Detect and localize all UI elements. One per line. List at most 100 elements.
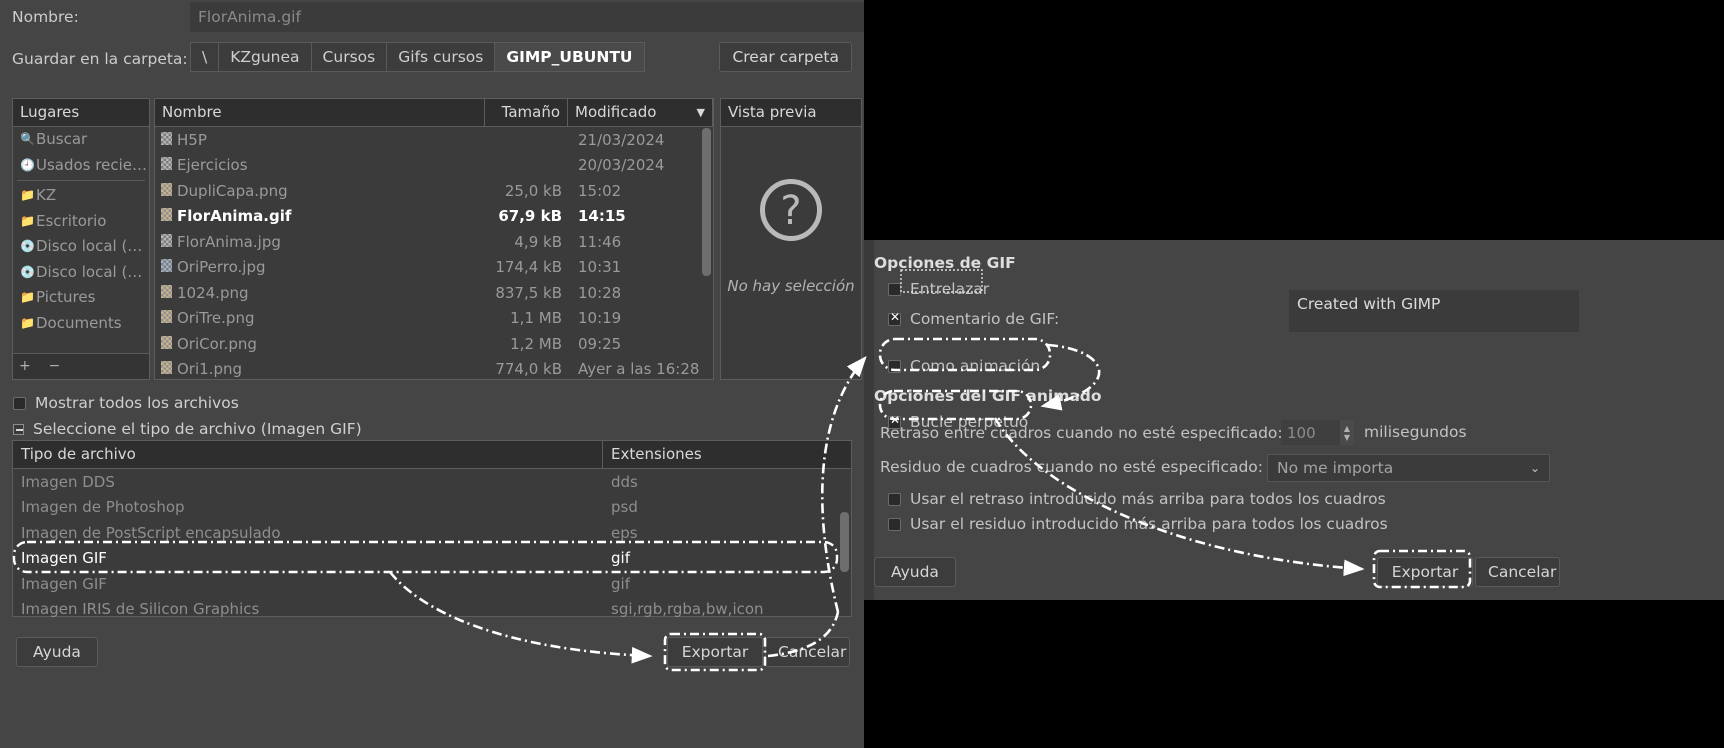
preview-body: ? No hay selección: [721, 127, 861, 380]
export-button[interactable]: Exportar: [667, 637, 763, 667]
table-row[interactable]: 1024.png 837,5 kB 10:28: [155, 280, 713, 306]
file-name: DupliCapa.png: [177, 181, 288, 200]
file-modified: Ayer a las 16:28: [578, 360, 700, 379]
place-buscar[interactable]: 🔍 Buscar: [13, 127, 149, 153]
file-size: 1,1 MB: [510, 309, 562, 328]
column-header-extensions[interactable]: Extensiones: [603, 441, 851, 468]
file-list-panel: Nombre Tamaño Modificado ▼ H5P 21/03/202…: [154, 98, 714, 380]
place-disco-local-2[interactable]: 💿 Disco local (…: [13, 260, 149, 286]
table-row[interactable]: FlorAnima.jpg 4,9 kB 11:46: [155, 229, 713, 255]
scrollbar-thumb[interactable]: [702, 128, 711, 276]
column-header-type[interactable]: Tipo de archivo: [13, 441, 603, 468]
file-type-row[interactable]: Imagen de PostScript encapsulado eps: [13, 520, 851, 546]
place-label: KZ: [36, 186, 57, 204]
breadcrumb-cursos[interactable]: Cursos: [310, 42, 388, 72]
help-button[interactable]: Ayuda: [16, 637, 98, 667]
as-animation-checkbox[interactable]: Como animación: [888, 357, 1040, 375]
file-type-row[interactable]: Imagen IRIS de Silicon Graphics sgi,rgb,…: [13, 597, 851, 623]
expander-icon: [13, 423, 24, 435]
remove-place-button[interactable]: −: [49, 358, 61, 374]
delay-spinner[interactable]: 100 ▲ ▼: [1281, 420, 1354, 445]
breadcrumb-kzgunea[interactable]: KZgunea: [218, 42, 312, 72]
use-delay-all-frames-checkbox[interactable]: Usar el retraso introducido más arriba p…: [888, 490, 1386, 508]
checkbox-box: [888, 517, 901, 531]
create-folder-button[interactable]: Crear carpeta: [719, 42, 852, 72]
file-type-name: Imagen GIF: [21, 574, 107, 593]
scrollbar-thumb[interactable]: [840, 512, 849, 572]
file-thumbnail-icon: [155, 233, 177, 251]
delay-value: 100: [1287, 423, 1316, 442]
file-type-row[interactable]: Imagen GIF gif: [13, 571, 851, 597]
table-row[interactable]: OriPerro.jpg 174,4 kB 10:31: [155, 255, 713, 281]
place-kz[interactable]: 📁 KZ: [13, 183, 149, 209]
filename-input[interactable]: [190, 2, 864, 32]
checkbox-box: [13, 396, 26, 410]
table-row[interactable]: H5P 21/03/2024: [155, 127, 713, 153]
file-type-scrollbar[interactable]: [839, 470, 850, 615]
file-type-ext: sgi,rgb,rgba,bw,icon: [611, 600, 764, 619]
file-type-row[interactable]: Imagen de Photoshop psd: [13, 495, 851, 521]
spinner-arrows[interactable]: ▲ ▼: [1340, 420, 1354, 445]
checkbox-box: [888, 310, 901, 326]
interlace-checkbox[interactable]: Entrelazar: [888, 280, 989, 298]
cancel-button[interactable]: Cancelar: [1475, 557, 1560, 587]
chevron-down-icon[interactable]: ▼: [1344, 433, 1350, 442]
folder-icon: 📁: [20, 188, 35, 202]
column-header-size[interactable]: Tamaño: [485, 99, 568, 126]
file-type-header: Tipo de archivo Extensiones: [13, 441, 851, 469]
table-row[interactable]: DupliCapa.png 25,0 kB 15:02: [155, 178, 713, 204]
file-type-ext: gif: [611, 574, 630, 593]
folder-icon: 📁: [20, 315, 35, 330]
table-row[interactable]: Ori1.png 774,0 kB Ayer a las 16:28: [155, 357, 713, 383]
dispose-dropdown[interactable]: No me importa ⌄: [1267, 454, 1550, 482]
file-name: Ejercicios: [177, 156, 248, 175]
file-thumbnail-icon: [155, 360, 177, 378]
file-type-ext: psd: [611, 498, 638, 517]
show-all-files-checkbox[interactable]: Mostrar todos los archivos: [13, 394, 239, 412]
place-label: Usados recie…: [36, 155, 147, 174]
place-documents[interactable]: 📁 Documents: [13, 311, 149, 337]
export-image-dialog: Nombre: Guardar en la carpeta: \ KZgunea…: [0, 0, 864, 748]
filename-row: Nombre:: [0, 0, 864, 36]
file-modified: 15:02: [578, 181, 622, 200]
file-list-scrollbar[interactable]: [701, 128, 712, 378]
column-header-name[interactable]: Nombre: [155, 99, 485, 126]
file-type-name: Imagen IRIS de Silicon Graphics: [21, 600, 260, 619]
use-dispose-all-frames-checkbox[interactable]: Usar el residuo introducido más arriba p…: [888, 515, 1388, 533]
places-panel: Lugares 🔍 Buscar 🕘 Usados recie… 📁 KZ 📁 …: [12, 98, 150, 380]
table-row[interactable]: OriTre.png 1,1 MB 10:19: [155, 306, 713, 332]
file-thumbnail-icon: [155, 309, 177, 327]
file-type-name: Imagen DDS: [21, 472, 115, 491]
export-button[interactable]: Exportar: [1377, 557, 1473, 587]
delay-units-label: milisegundos: [1364, 423, 1467, 441]
select-file-type-expander[interactable]: Seleccione el tipo de archivo (Imagen GI…: [13, 420, 362, 438]
filename-label: Nombre:: [12, 8, 79, 26]
table-row-selected[interactable]: FlorAnima.gif 67,9 kB 14:15: [155, 204, 713, 230]
cancel-button[interactable]: Cancelar: [765, 637, 850, 667]
file-modified: 14:15: [578, 207, 626, 226]
column-header-modified[interactable]: Modificado ▼: [568, 99, 713, 126]
gif-comment-textarea[interactable]: [1289, 290, 1579, 332]
file-type-row-selected[interactable]: Imagen GIF gif: [13, 546, 851, 572]
chevron-up-icon[interactable]: ▲: [1344, 424, 1350, 433]
breadcrumb-gifs-cursos[interactable]: Gifs cursos: [386, 42, 496, 72]
preview-header: Vista previa: [721, 99, 861, 127]
file-modified: 10:28: [578, 283, 622, 302]
help-button[interactable]: Ayuda: [874, 557, 956, 587]
file-type-ext: gif: [611, 549, 630, 568]
table-row[interactable]: Ejercicios 20/03/2024: [155, 153, 713, 179]
use-delay-all-frames-label: Usar el retraso introducido más arriba p…: [910, 490, 1386, 508]
file-type-row[interactable]: Imagen DDS dds: [13, 469, 851, 495]
disk-icon: 💿: [20, 239, 35, 253]
place-disco-local-1[interactable]: 💿 Disco local (…: [13, 234, 149, 260]
show-all-files-label: Mostrar todos los archivos: [35, 394, 239, 412]
add-place-button[interactable]: +: [19, 358, 31, 374]
place-usados-recientes[interactable]: 🕘 Usados recie…: [13, 153, 149, 179]
breadcrumb-gimp-ubuntu[interactable]: GIMP_UBUNTU: [494, 42, 645, 72]
place-pictures[interactable]: 📁 Pictures: [13, 285, 149, 311]
table-row[interactable]: OriCor.png 1,2 MB 09:25: [155, 331, 713, 357]
gif-comment-checkbox[interactable]: Comentario de GIF:: [888, 310, 1059, 328]
place-escritorio[interactable]: 📁 Escritorio: [13, 209, 149, 235]
as-animation-label: Como animación: [910, 357, 1041, 375]
breadcrumb-root[interactable]: \: [190, 42, 220, 72]
